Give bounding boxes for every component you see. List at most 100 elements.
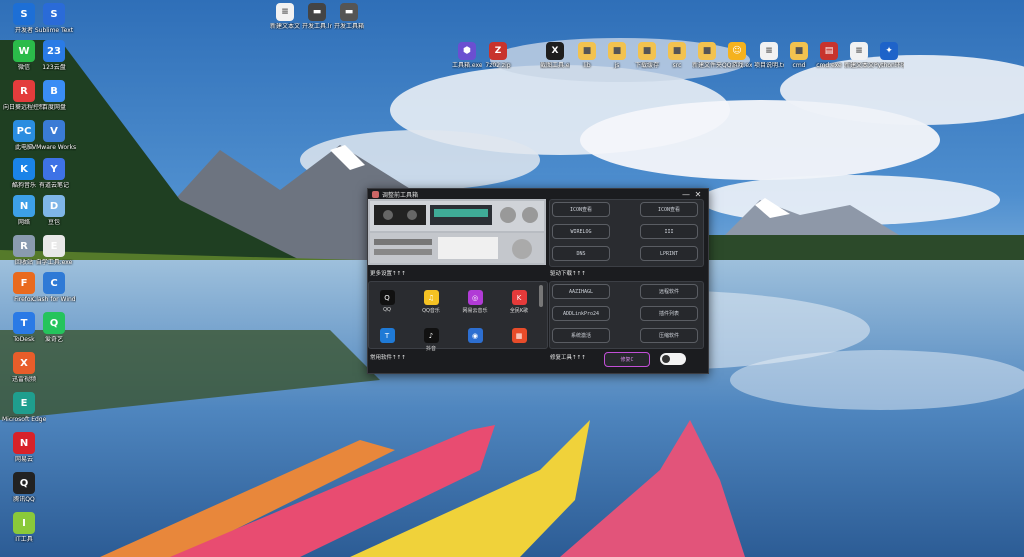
desktop-icon-image: Q	[43, 312, 65, 334]
desktop-icon-image: ✦	[880, 42, 898, 60]
desktop-icon[interactable]: ≡ 新建文本文档.txt	[270, 3, 300, 30]
tool-button[interactable]: ADDLinkPro24	[552, 306, 610, 321]
desktop-icon-image: ▤	[820, 42, 838, 60]
desktop-icon[interactable]: ✦ Python环境.exe	[874, 42, 904, 69]
settings-toggle[interactable]	[660, 353, 686, 365]
desktop-icon[interactable]: ▤ cmd.exe	[814, 42, 844, 69]
repair-c-button[interactable]: 修复C	[604, 352, 650, 367]
app-shortcut[interactable]: ♪ 抖音	[416, 328, 446, 352]
desktop-icon-label: 开发工具.lnk	[302, 23, 332, 30]
desktop-icon-image: Y	[43, 158, 65, 180]
desktop-icon[interactable]: X 迅雷视频	[2, 352, 46, 383]
tool-button[interactable]: 远程软件	[640, 284, 698, 299]
desktop-icon[interactable]: E 自学工具.exe	[32, 235, 76, 266]
desktop-icon-image: X	[546, 42, 564, 60]
close-button[interactable]: ✕	[692, 190, 704, 199]
desktop-icon-image: X	[13, 352, 35, 374]
app-label: QQ	[383, 307, 391, 313]
desktop-icon-image: ≡	[276, 3, 294, 21]
tool-button[interactable]: 插件列表	[640, 306, 698, 321]
desktop-icon[interactable]: I IT工具	[2, 512, 46, 543]
desktop-icon-image: ≡	[760, 42, 778, 60]
desktop-icon[interactable]: 23 123云盘	[32, 40, 76, 71]
app-icon: ◉	[467, 328, 483, 343]
desktop-icon-label: lib	[583, 62, 591, 69]
apps-scrollbar[interactable]	[539, 285, 543, 307]
desktop-icon[interactable]: ■ cmd	[784, 42, 814, 69]
tool-button[interactable]: ICON查看	[640, 202, 698, 217]
app-shortcut[interactable]: T	[372, 328, 402, 345]
tool-button[interactable]: LPRINT	[640, 246, 698, 261]
desktop-icon[interactable]: ■ lib	[572, 42, 602, 69]
desktop-icon[interactable]: ▬ 开发工具.lnk	[302, 3, 332, 30]
desktop-icon[interactable]: ≡ 项目说明.txt	[754, 42, 784, 69]
desktop-icon-image: Z	[489, 42, 507, 60]
desktop-icon-label: 爱奇艺	[44, 336, 63, 343]
desktop-icon-image: I	[13, 512, 35, 534]
app-icon: ◎	[467, 290, 483, 305]
cassette-deck-image	[368, 199, 546, 265]
desktop-icon[interactable]: Z 7z02.zip	[483, 42, 513, 69]
desktop-icon-image: ■	[638, 42, 656, 60]
minimize-button[interactable]: —	[680, 190, 692, 199]
window-titlebar[interactable]: 调整前工具箱 — ✕	[368, 189, 708, 199]
app-label: 网易云音乐	[462, 308, 488, 314]
desktop-icon-image: ▬	[340, 3, 358, 21]
desktop-icon[interactable]: X 截图工具.exe	[540, 42, 570, 69]
app-label: QQ音乐	[422, 308, 440, 314]
section-driver-download: 驱动下载↑↑↑	[550, 271, 586, 277]
desktop-icon[interactable]: V VMware Workstat...	[32, 120, 76, 151]
desktop-icon[interactable]: B 百度网盘	[32, 80, 76, 111]
desktop-icon-label: IT工具	[15, 536, 33, 543]
desktop-icon[interactable]: N 网易云	[2, 432, 46, 463]
desktop-icon-label: 网易云	[14, 456, 33, 463]
tool-button[interactable]: AAZIHAGL	[552, 284, 610, 299]
desktop-icon[interactable]: ■ 新建文件夹	[692, 42, 722, 69]
desktop-icon[interactable]: Q 爱奇艺	[32, 312, 76, 343]
desktop-icon-image: B	[43, 80, 65, 102]
desktop-icon[interactable]: ■ src	[662, 42, 692, 69]
app-shortcut[interactable]: ◉	[460, 328, 490, 345]
desktop-icon[interactable]: ▬ 开发工具箱.lnk	[334, 3, 364, 30]
desktop-icon-image: ■	[668, 42, 686, 60]
section-common-software: 常用软件↑↑↑	[370, 355, 406, 361]
desktop-icon-label: 新建文本文档.txt	[844, 62, 874, 69]
tool-button[interactable]: WIRELOG	[552, 224, 610, 239]
app-shortcut[interactable]: K 全民K歌	[504, 290, 534, 314]
desktop-icon-image: E	[43, 235, 65, 257]
app-shortcut[interactable]: Q QQ	[372, 290, 402, 313]
desktop-icon-label: Microsoft Edge	[2, 416, 46, 423]
desktop-icon-label: 自学工具.exe	[35, 259, 73, 266]
tool-button[interactable]: ICON查看	[552, 202, 610, 217]
desktop-icon-label: 新建文件夹	[692, 62, 722, 69]
desktop-icon[interactable]: ≡ 新建文本文档.txt	[844, 42, 874, 69]
desktop-icon-image: ■	[790, 42, 808, 60]
app-icon: Q	[379, 290, 395, 305]
desktop-icon[interactable]: Q 腾讯QQ	[2, 472, 46, 503]
desktop-icon[interactable]: ■ 下载缓存	[632, 42, 662, 69]
desktop-icon-image: D	[43, 195, 65, 217]
desktop-icon-image: ☺	[728, 42, 746, 60]
desktop-icon[interactable]: S Sublime Text	[32, 3, 76, 34]
desktop-icon[interactable]: Y 有道云笔记	[32, 158, 76, 189]
tool-button[interactable]: 压缩软件	[640, 328, 698, 343]
desktop-icon-label: Python环境.exe	[874, 62, 904, 69]
desktop-icon-label: Clash for Windows	[32, 296, 76, 303]
app-logo-icon	[372, 190, 379, 198]
app-shortcut[interactable]: ◎ 网易云音乐	[460, 290, 490, 314]
section-repair-tools: 修复工具↑↑↑	[550, 355, 586, 361]
app-shortcut[interactable]: ▦	[504, 328, 534, 345]
tool-button[interactable]: 系统激活	[552, 328, 610, 343]
desktop-icon-image: S	[43, 3, 65, 25]
desktop-icon[interactable]: E Microsoft Edge	[2, 392, 46, 423]
tool-button[interactable]: III	[640, 224, 698, 239]
desktop-icon[interactable]: C Clash for Windows	[32, 272, 76, 303]
app-shortcut[interactable]: ♫ QQ音乐	[416, 290, 446, 314]
desktop-icon[interactable]: ⬢ 工具箱.exe	[452, 42, 482, 69]
app-label: 全民K歌	[509, 308, 529, 314]
tool-button[interactable]: DNS	[552, 246, 610, 261]
desktop-icon[interactable]: ☺ QQ游戏.exe	[722, 42, 752, 69]
desktop-icon[interactable]: ■ js	[602, 42, 632, 69]
desktop-icon[interactable]: D 豆包	[32, 195, 76, 226]
desktop-icon-image: 23	[43, 40, 65, 62]
